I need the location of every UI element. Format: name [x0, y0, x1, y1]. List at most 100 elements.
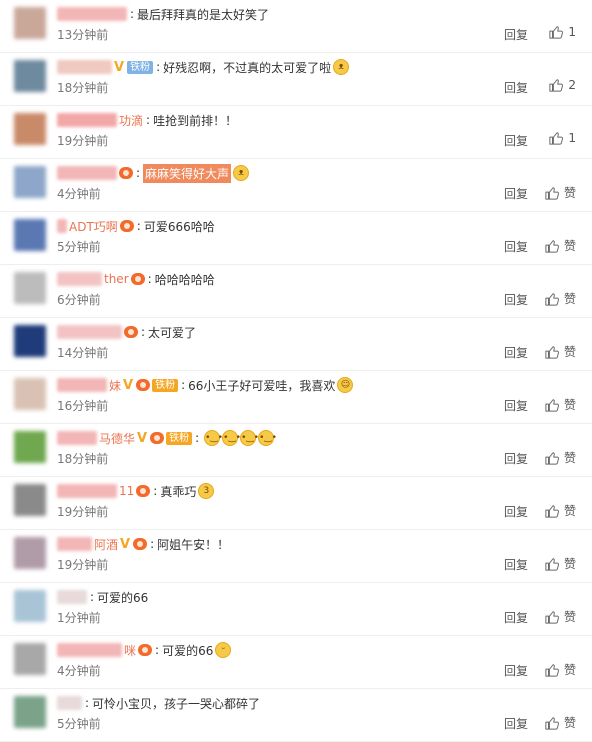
- like-button[interactable]: 1: [549, 131, 576, 145]
- thumbs-up-icon: [545, 557, 559, 571]
- username-blurred[interactable]: [57, 60, 112, 74]
- reply-button[interactable]: 回复: [504, 344, 528, 361]
- fan-badge: 铁粉: [127, 60, 154, 74]
- like-count: 赞: [563, 398, 576, 412]
- avatar[interactable]: [14, 484, 46, 516]
- username-visible[interactable]: 咪: [124, 642, 136, 659]
- avatar[interactable]: [14, 431, 46, 463]
- avatar[interactable]: [14, 643, 46, 675]
- username-blurred[interactable]: [57, 272, 102, 286]
- like-button[interactable]: 赞: [545, 714, 576, 731]
- like-button[interactable]: 赞: [545, 555, 576, 572]
- like-button[interactable]: 1: [549, 25, 576, 39]
- like-count: 赞: [563, 663, 576, 677]
- like-button[interactable]: 赞: [545, 290, 576, 307]
- avatar[interactable]: [14, 325, 46, 357]
- like-button[interactable]: 赞: [545, 661, 576, 678]
- username-blurred[interactable]: [57, 7, 127, 21]
- comment-time: 14分钟前: [57, 346, 109, 360]
- avatar[interactable]: [14, 7, 46, 39]
- colon: :: [90, 590, 95, 604]
- emoji-smile-icon: ☺: [337, 377, 354, 393]
- comment-line: 11: 真乖巧 3: [57, 481, 215, 501]
- reply-button[interactable]: 回复: [504, 132, 528, 149]
- fan-level-badge-icon: [124, 326, 138, 338]
- colon: :: [156, 60, 161, 74]
- like-button[interactable]: 赞: [545, 184, 576, 201]
- username-blurred[interactable]: [57, 696, 82, 710]
- reply-button[interactable]: 回复: [504, 662, 528, 679]
- comment-text: 阿姐午安！！: [157, 537, 230, 552]
- thumbs-up-icon: [545, 504, 559, 518]
- avatar[interactable]: [14, 113, 46, 145]
- comment-text: 可怜小宝贝，孩子一哭心都碎了: [92, 696, 261, 711]
- username-visible[interactable]: 11: [119, 484, 134, 498]
- like-button[interactable]: 赞: [545, 502, 576, 519]
- comment-line: ADT巧啊: 可爱666哈哈: [57, 216, 215, 236]
- comment-text: 真乖巧: [160, 484, 197, 499]
- username-blurred[interactable]: [57, 378, 107, 392]
- username-visible[interactable]: 妹: [109, 377, 121, 394]
- username-blurred[interactable]: [57, 484, 117, 498]
- emoji-face-icon: •‿•: [240, 430, 259, 446]
- comment-time: 1分钟前: [57, 611, 101, 625]
- like-button[interactable]: 赞: [545, 237, 576, 254]
- like-button[interactable]: 赞: [545, 608, 576, 625]
- username-blurred[interactable]: [57, 431, 97, 445]
- like-count: 赞: [563, 451, 576, 465]
- reply-button[interactable]: 回复: [504, 556, 528, 573]
- like-button[interactable]: 2: [549, 78, 576, 92]
- like-count: 赞: [563, 557, 576, 571]
- reply-button[interactable]: 回复: [504, 397, 528, 414]
- like-button[interactable]: 赞: [545, 449, 576, 466]
- emoji-kiss-icon: 3: [198, 483, 215, 499]
- reply-button[interactable]: 回复: [504, 79, 528, 96]
- like-button[interactable]: 赞: [545, 396, 576, 413]
- username-blurred[interactable]: [57, 219, 67, 233]
- like-button[interactable]: 赞: [545, 343, 576, 360]
- avatar[interactable]: [14, 537, 46, 569]
- colon: :: [146, 113, 151, 127]
- reply-button[interactable]: 回复: [504, 609, 528, 626]
- username-blurred[interactable]: [57, 325, 122, 339]
- username-blurred[interactable]: [57, 537, 92, 551]
- fan-level-badge-icon: [130, 273, 145, 285]
- reply-button[interactable]: 回复: [504, 503, 528, 520]
- username-blurred[interactable]: [57, 590, 87, 604]
- username-visible[interactable]: 功滴: [119, 112, 143, 129]
- reply-button[interactable]: 回复: [504, 450, 528, 467]
- thumbs-up-icon: [545, 663, 559, 677]
- username-visible[interactable]: 马德华: [99, 430, 135, 447]
- username-blurred[interactable]: [57, 113, 117, 127]
- reply-button[interactable]: 回复: [504, 291, 528, 308]
- like-count: 1: [568, 131, 576, 145]
- avatar[interactable]: [14, 590, 46, 622]
- fan-level-badge-icon: [138, 644, 153, 656]
- reply-button[interactable]: 回复: [504, 185, 528, 202]
- avatar[interactable]: [14, 696, 46, 728]
- avatar[interactable]: [14, 219, 46, 251]
- reply-button[interactable]: 回复: [504, 238, 528, 255]
- username-visible[interactable]: ADT巧啊: [69, 218, 118, 235]
- fan-level-badge-icon: [119, 220, 134, 232]
- fan-badge: 铁粉: [152, 378, 179, 392]
- avatar[interactable]: [14, 378, 46, 410]
- like-count: 赞: [563, 610, 576, 624]
- comment-time: 19分钟前: [57, 505, 109, 519]
- username-visible[interactable]: 阿酒: [94, 536, 118, 553]
- username-blurred[interactable]: [57, 643, 122, 657]
- reply-button[interactable]: 回复: [504, 715, 528, 732]
- comment-row: : 可怜小宝贝，孩子一哭心都碎了 5分钟前 回复 赞: [0, 689, 592, 742]
- avatar[interactable]: [14, 272, 46, 304]
- reply-button[interactable]: 回复: [504, 26, 528, 43]
- username-blurred[interactable]: [57, 166, 117, 180]
- avatar[interactable]: [14, 166, 46, 198]
- username-visible[interactable]: ther: [104, 272, 129, 286]
- comment-time: 18分钟前: [57, 81, 109, 95]
- comment-line: : 太可爱了: [57, 322, 196, 342]
- comment-text: 最后拜拜真的是太好笑了: [137, 7, 270, 22]
- vip-crown-icon: V: [123, 377, 134, 393]
- vip-crown-icon: V: [137, 430, 148, 446]
- avatar[interactable]: [14, 60, 46, 92]
- comment-line: V 铁粉: 好残忍啊，不过真的太可爱了啦 ᴥ: [57, 57, 350, 77]
